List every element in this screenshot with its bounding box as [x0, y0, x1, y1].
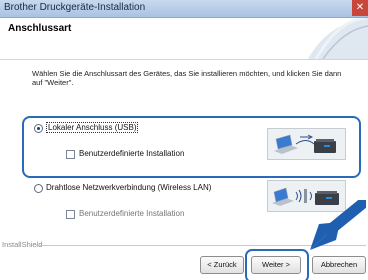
close-icon[interactable]: ✕ [352, 0, 368, 16]
usb-radio-label[interactable]: Lokaler Anschluss (USB) [46, 122, 139, 133]
header-decoration-icon [308, 18, 368, 59]
wizard-header: Anschlussart [0, 18, 368, 60]
wlan-custom-install-checkbox[interactable] [66, 210, 75, 219]
title-bar[interactable]: Brother Druckgeräte-Installation ✕ [0, 0, 368, 18]
wlan-radio-label[interactable]: Drahtlose Netzwerkverbindung (Wireless L… [46, 183, 211, 192]
usb-connection-icon [267, 128, 346, 160]
page-title: Anschlussart [8, 23, 72, 34]
installer-window: Brother Druckgeräte-Installation ✕ Ansch… [0, 0, 368, 280]
wlan-custom-install-label[interactable]: Benutzerdefinierte Installation [79, 209, 184, 218]
pointer-arrow-icon [310, 200, 366, 250]
usb-custom-install-checkbox[interactable] [66, 150, 75, 159]
wlan-radio[interactable] [34, 184, 43, 193]
instruction-text: Wählen Sie die Anschlussart des Gerätes,… [32, 69, 342, 87]
next-button[interactable]: Weiter > [251, 256, 301, 274]
usb-custom-install-label[interactable]: Benutzerdefinierte Installation [79, 149, 184, 158]
window-title: Brother Druckgeräte-Installation [4, 2, 146, 13]
usb-radio[interactable] [34, 124, 43, 133]
back-button[interactable]: < Zurück [200, 256, 244, 274]
